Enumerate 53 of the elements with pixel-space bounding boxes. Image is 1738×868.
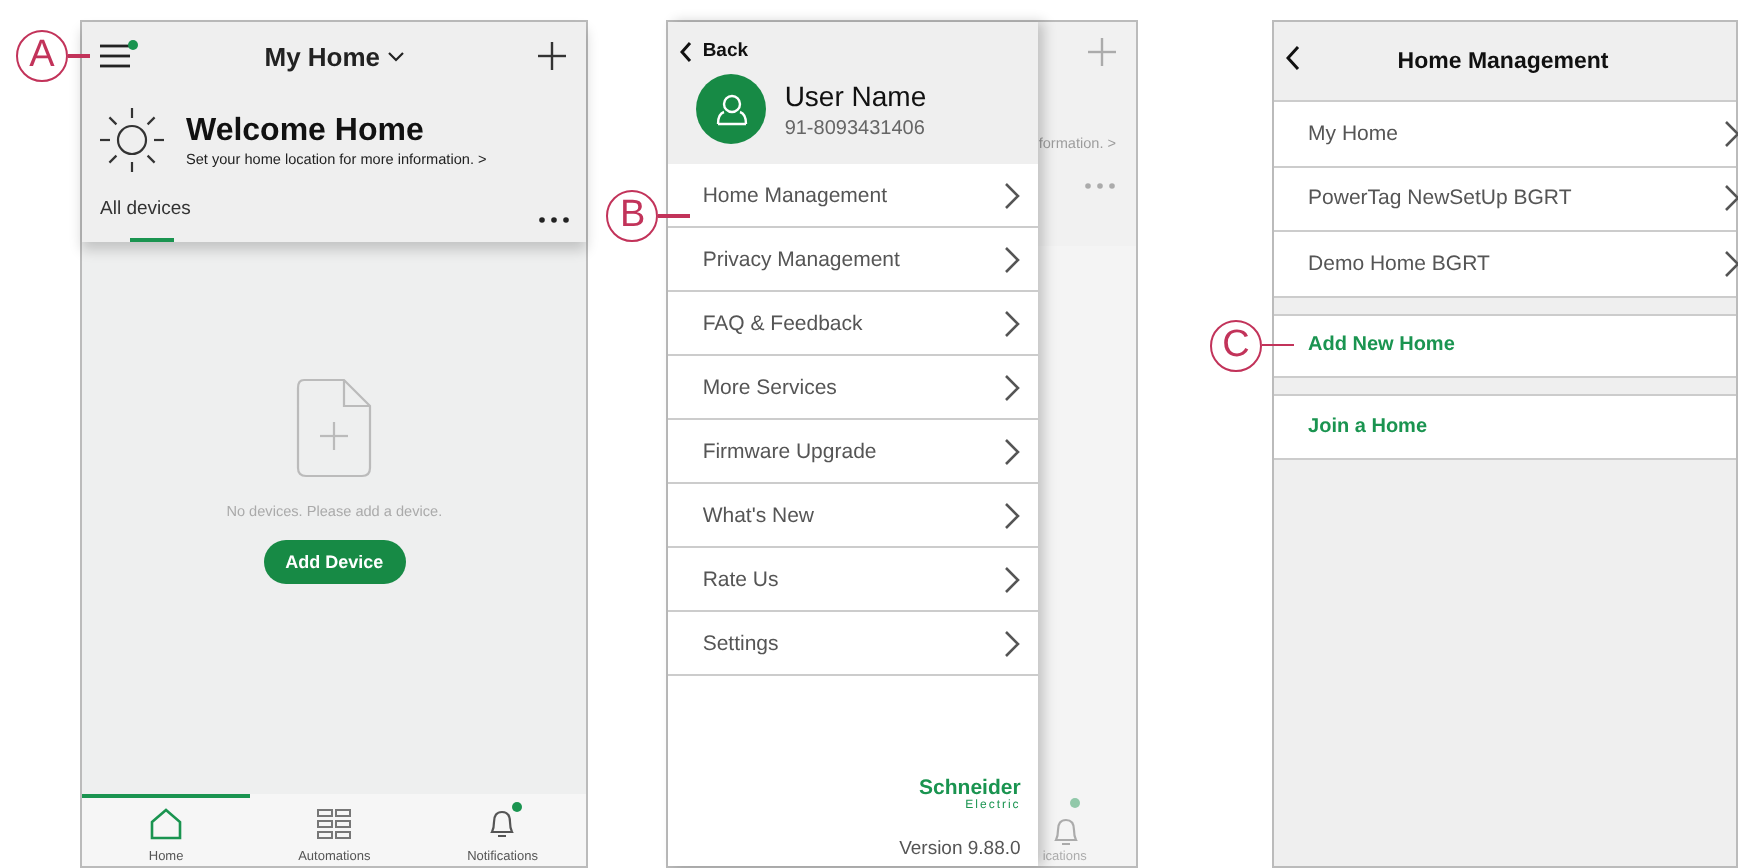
user-icon — [715, 91, 748, 127]
chevron-icon — [1004, 245, 1021, 273]
phone-number: 91-8093431406 — [784, 117, 927, 139]
plus-icon — [1088, 38, 1117, 66]
chevron-icon — [1004, 181, 1021, 209]
home-action-item[interactable]: Add New Home — [1274, 313, 1736, 378]
callout-label: B — [606, 190, 659, 242]
devices-tab[interactable]: All devices — [100, 198, 191, 242]
leader-line — [658, 214, 691, 218]
chevron-icon — [1004, 373, 1021, 401]
home-action-item[interactable]: Join a Home — [1274, 394, 1736, 459]
notification-dot — [1070, 798, 1081, 808]
chevron-icon — [1004, 437, 1021, 465]
leader-line — [68, 54, 90, 58]
back-chevron-icon — [680, 41, 693, 61]
back-button[interactable]: Back — [680, 40, 1039, 62]
menu-item[interactable]: Settings — [668, 612, 1039, 676]
plus-icon[interactable] — [538, 42, 567, 70]
chevron-icon — [1004, 629, 1021, 657]
home-item[interactable]: My Home — [1274, 102, 1736, 167]
menu-item[interactable]: Rate Us — [668, 548, 1039, 612]
menu-item[interactable]: FAQ & Feedback — [668, 292, 1039, 356]
menu-item[interactable]: More Services — [668, 356, 1039, 420]
menu-icon[interactable] — [100, 44, 130, 68]
home-item[interactable]: Demo Home BGRT — [1274, 232, 1736, 297]
caret-icon[interactable] — [388, 51, 405, 61]
version-text: Version 9.88.0 — [899, 838, 1021, 860]
menu-item[interactable]: Firmware Upgrade — [668, 420, 1039, 484]
brand-logo-text: Schneider — [919, 776, 1021, 800]
home-title[interactable]: My Home — [264, 41, 381, 71]
back-button[interactable] — [1286, 46, 1301, 70]
more-icon[interactable] — [538, 216, 571, 224]
chevron-icon — [1004, 565, 1021, 593]
chevron-icon — [1724, 184, 1738, 213]
back-chevron-icon — [1286, 46, 1301, 70]
house-icon — [148, 806, 185, 842]
chevron-icon — [1724, 119, 1738, 148]
screen-title: Home Management — [1395, 49, 1611, 73]
grid-icon — [316, 806, 353, 842]
empty-file-icon — [296, 378, 373, 478]
welcome-title: Welcome Home — [186, 113, 426, 149]
chevron-icon — [1724, 249, 1738, 278]
add-device-button[interactable]: Add Device — [263, 540, 406, 584]
menu-item[interactable]: What's New — [668, 484, 1039, 548]
chevron-icon — [1004, 501, 1021, 529]
more-icon — [1084, 182, 1117, 190]
home-item[interactable]: PowerTag NewSetUp BGRT — [1274, 167, 1736, 232]
chevron-icon — [1004, 309, 1021, 337]
menu-item[interactable]: Privacy Management — [668, 228, 1039, 292]
user-name: User Name — [784, 79, 927, 111]
callout-label: C — [1210, 319, 1263, 371]
sun-icon — [98, 106, 166, 174]
callout-label: A — [16, 30, 68, 82]
